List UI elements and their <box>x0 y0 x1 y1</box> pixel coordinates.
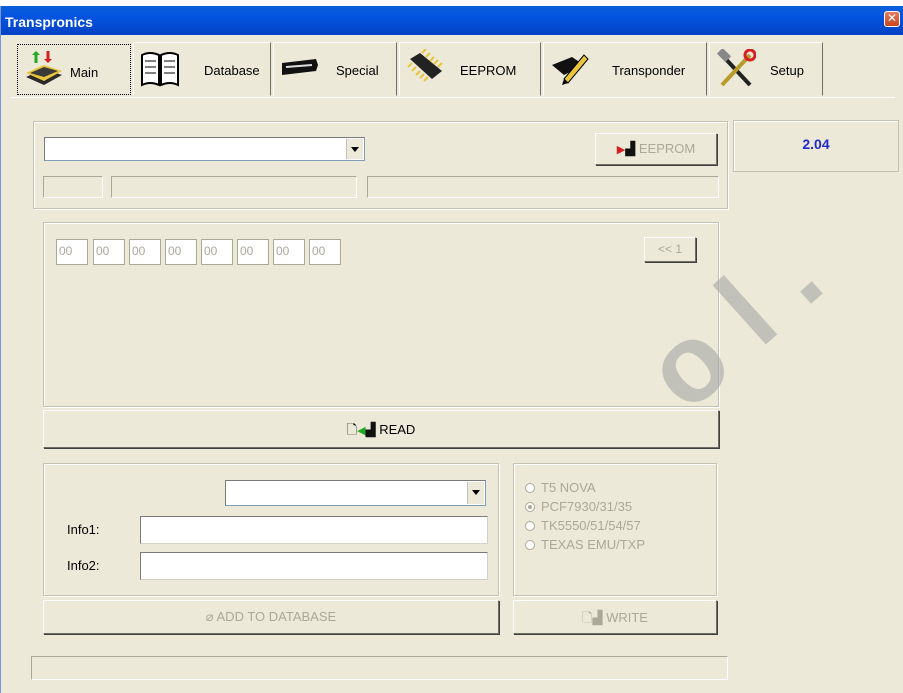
hex-cell[interactable]: 00 <box>129 239 161 265</box>
page-back-button[interactable]: << 1 <box>644 237 696 262</box>
eeprom-arrow-icon: ▶ <box>616 144 626 156</box>
eeprom-chip-glyph-icon: ▟ <box>625 141 636 156</box>
tab-panel-border <box>11 97 895 98</box>
device-select[interactable] <box>44 137 365 161</box>
info1-input[interactable] <box>140 516 488 544</box>
add-button-label: ADD TO DATABASE <box>216 609 337 624</box>
radio-dot <box>525 540 535 550</box>
book-icon <box>141 52 179 87</box>
radio-tk5550[interactable]: TK5550/51/54/57 <box>525 518 641 533</box>
read-button-label: READ <box>379 422 416 437</box>
hex-cell[interactable]: 00 <box>165 239 197 265</box>
chevron-down-icon[interactable] <box>346 139 363 159</box>
tools-icon <box>716 49 756 87</box>
close-button[interactable]: ✕ <box>884 11 900 27</box>
radio-label: TEXAS EMU/TXP <box>541 537 646 552</box>
pencil-chip-icon <box>552 54 589 85</box>
info1-label: Info1: <box>67 522 100 537</box>
tab-strip: Main Database Special EEPROM Transponder… <box>11 42 891 98</box>
add-to-database-button[interactable]: ⌀ ADD TO DATABASE <box>43 600 499 634</box>
status-field-1 <box>43 176 103 198</box>
read-button[interactable]: 🗋◀▟ READ <box>43 410 719 448</box>
eraser-icon: ⌀ <box>205 609 214 624</box>
window-title: Transpronics <box>5 14 93 30</box>
hex-cell[interactable]: 00 <box>93 239 125 265</box>
tab-database[interactable]: Database <box>133 42 271 96</box>
eeprom-button[interactable]: ▶▟ EEPROM <box>595 133 717 165</box>
file-icon: 🗋 <box>346 422 358 437</box>
info2-input[interactable] <box>140 552 488 580</box>
tab-database-label: Database <box>204 63 260 78</box>
radio-t5-nova[interactable]: T5 NOVA <box>525 480 596 495</box>
radio-dot <box>525 521 535 531</box>
version-label: 2.04 <box>733 120 899 172</box>
hex-cell[interactable]: 00 <box>237 239 269 265</box>
info-select[interactable] <box>225 480 486 506</box>
radio-dot-selected <box>525 502 535 512</box>
tab-main[interactable]: Main <box>17 44 131 95</box>
hex-cell[interactable]: 00 <box>56 239 88 265</box>
title-bar[interactable]: Transpronics ✕ <box>1 6 903 35</box>
status-field-2 <box>111 176 357 198</box>
hex-cell[interactable]: 00 <box>273 239 305 265</box>
write-chip-icon: ▟ <box>592 610 603 625</box>
tab-eeprom[interactable]: EEPROM <box>399 42 541 96</box>
tab-eeprom-label: EEPROM <box>460 63 517 78</box>
tab-special-label: Special <box>336 63 379 78</box>
tab-setup[interactable]: Setup <box>709 42 823 96</box>
status-bar <box>31 656 728 680</box>
info2-label: Info2: <box>67 558 100 573</box>
tab-main-label: Main <box>70 65 99 80</box>
tab-setup-label: Setup <box>770 63 804 78</box>
radio-dot <box>525 483 535 493</box>
tab-special[interactable]: Special <box>273 42 397 96</box>
file-icon: 🗋 <box>582 610 593 625</box>
chevron-down-icon[interactable] <box>467 482 484 504</box>
chip-board-icon <box>26 51 62 85</box>
write-button-label: WRITE <box>606 610 648 625</box>
eeprom-button-label: EEPROM <box>638 141 696 156</box>
hex-cell[interactable]: 00 <box>201 239 233 265</box>
eeprom-chip-icon <box>407 49 443 82</box>
radio-label: TK5550/51/54/57 <box>541 518 641 533</box>
read-arrow-icon: ◀ <box>357 425 366 437</box>
tab-transponder[interactable]: Transponder <box>543 42 707 96</box>
tab-transponder-label: Transponder <box>612 63 686 78</box>
key-blade-icon <box>282 59 318 75</box>
hex-cell[interactable]: 00 <box>309 239 341 265</box>
radio-label: PCF7930/31/35 <box>541 499 633 514</box>
status-field-3 <box>367 176 719 198</box>
radio-texas-emu[interactable]: TEXAS EMU/TXP <box>525 537 645 552</box>
read-chip-icon: ▟ <box>365 422 376 437</box>
radio-label: T5 NOVA <box>541 480 596 495</box>
app-window: Transpronics ✕ Main Database Special EEP… <box>0 6 903 693</box>
radio-pcf7930[interactable]: PCF7930/31/35 <box>525 499 632 514</box>
write-button[interactable]: 🗋▟ WRITE <box>513 600 717 634</box>
